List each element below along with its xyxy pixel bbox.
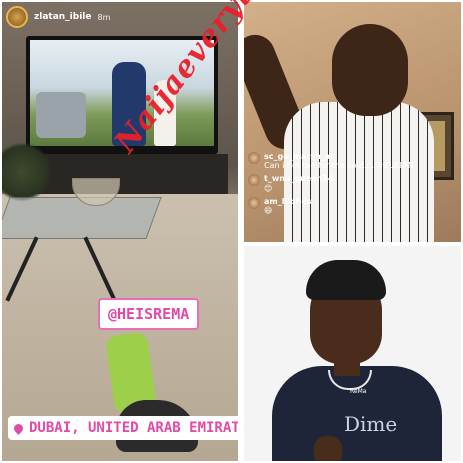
location-sticker[interactable]: DUBAI, UNITED ARAB EMIRATE (8, 416, 238, 440)
portrait-panel: ReMa Dime (244, 246, 461, 461)
live-comments: sc_go_marsh_al Can i hot tea for the col… (248, 152, 414, 219)
person-face (332, 24, 408, 116)
mention-sticker[interactable]: @HEISREMA (98, 298, 200, 330)
comment-user: am_lilbhes (264, 196, 312, 206)
list-item: sc_go_marsh_al Can i hot tea for the col… (248, 152, 414, 170)
live-video-panel: sc_go_marsh_al Can i hot tea for the col… (244, 2, 461, 242)
list-item: t_wna_queen34 😊 (248, 174, 414, 193)
plant (2, 142, 52, 202)
hand (314, 436, 342, 461)
comment-text: 😊 (264, 183, 273, 193)
tv-car-image (36, 92, 86, 138)
comment-user: sc_go_marsh_al (264, 152, 334, 161)
comment-text: Can i hot tea for the cold.... #ZLATAN (264, 161, 414, 171)
story-username[interactable]: zlatan_ibile (34, 12, 91, 22)
avatar (248, 152, 260, 164)
avatar (248, 196, 260, 209)
story-timestamp: 8m (97, 12, 111, 22)
avatar[interactable] (6, 6, 28, 28)
list-item: am_lilbhes 😄 (248, 196, 414, 215)
shirt-small-print: ReMa (350, 388, 367, 395)
shirt-logo: Dime (344, 412, 398, 436)
glass-table (2, 197, 162, 239)
comment-text: 😄 (264, 205, 273, 215)
comment-user: t_wna_queen34 (264, 174, 334, 184)
avatar (248, 174, 260, 187)
story-header[interactable]: zlatan_ibile 8m (6, 6, 110, 28)
tv-stand (22, 154, 228, 194)
location-label: DUBAI, UNITED ARAB EMIRATE (29, 420, 238, 436)
hair (306, 260, 386, 300)
location-pin-icon (12, 421, 25, 435)
